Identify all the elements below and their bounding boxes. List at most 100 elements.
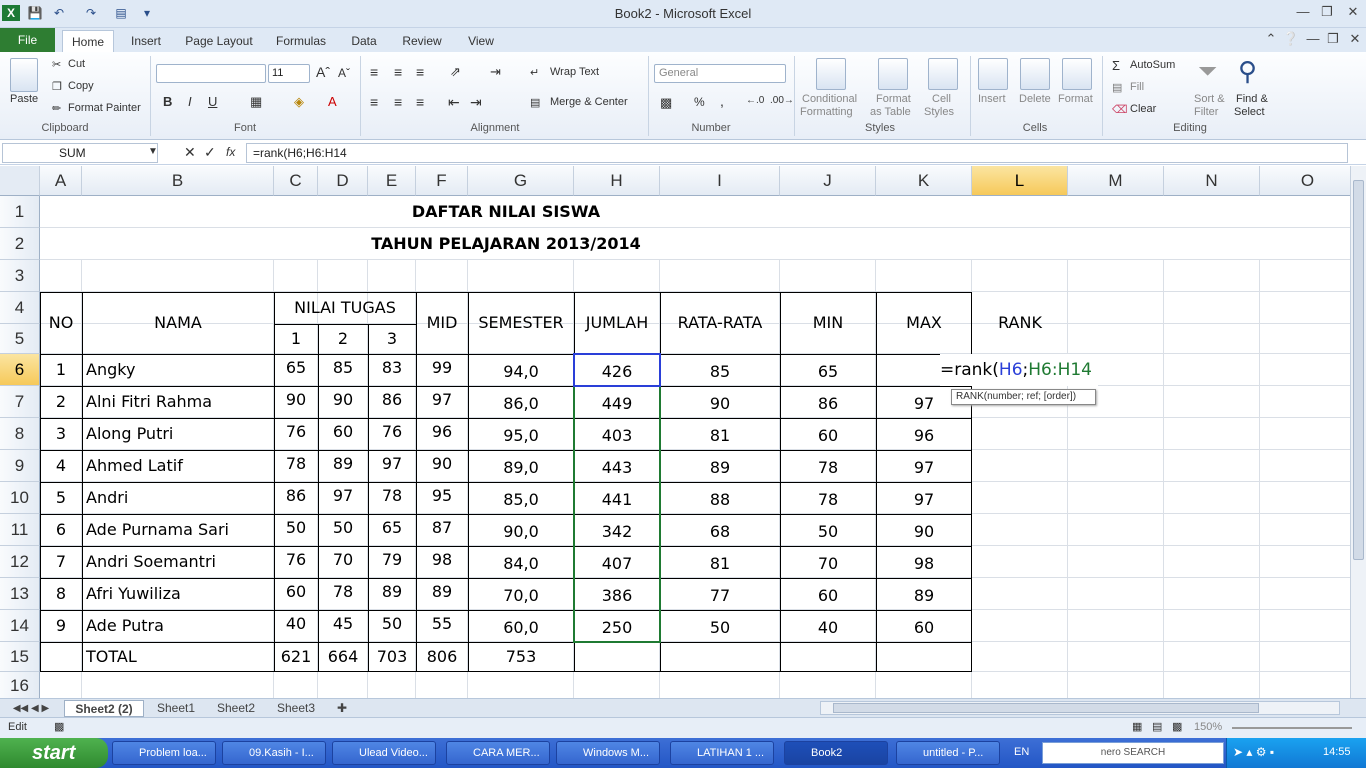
header-rank[interactable]: RANK [972,292,1068,354]
cell-t3[interactable]: 76 [368,418,416,450]
cell-t3[interactable]: 83 [368,354,416,386]
task-item[interactable]: LATIHAN 1 ... [670,741,774,765]
tab-formulas[interactable]: Formulas [270,30,332,52]
bold-button[interactable]: B [163,94,172,109]
cell-mid[interactable]: 98 [416,546,468,578]
cell-sem[interactable]: 86,0 [468,386,574,418]
row-header-5[interactable]: 5 [0,324,40,354]
total-t2[interactable]: 664 [318,642,368,672]
row-header-12[interactable]: 12 [0,546,40,578]
italic-button[interactable]: I [188,94,192,109]
fill-color-icon[interactable]: ◈ [294,94,304,110]
underline-button[interactable]: U [208,94,217,109]
clear-icon[interactable]: ⌫ [1112,103,1128,116]
merge-center-icon[interactable]: ▤ [530,96,540,109]
page-layout-view-icon[interactable]: ▤ [1152,720,1162,733]
sort-filter-button[interactable]: Sort & [1194,93,1225,105]
tab-insert[interactable]: Insert [124,30,168,52]
task-item[interactable]: Windows M... [556,741,660,765]
cell-no[interactable]: 8 [40,578,82,610]
increase-decimal-icon[interactable]: ←.0 [746,95,764,106]
format-painter-button[interactable]: Format Painter [68,102,141,114]
row-header-10[interactable]: 10 [0,482,40,514]
cell-t2[interactable]: 85 [318,354,368,386]
find-select-button[interactable]: Find & [1236,93,1268,105]
conditional-formatting-button[interactable]: Conditional [802,93,857,105]
fill-button[interactable]: Fill [1130,81,1144,93]
cell-t2[interactable]: 78 [318,578,368,610]
total-semester[interactable]: 753 [468,642,574,672]
row-header-3[interactable]: 3 [0,260,40,292]
cell-rata[interactable]: 50 [660,610,780,642]
cell-no[interactable]: 6 [40,514,82,546]
cell-nama[interactable]: Ade Putra [82,610,274,642]
cell-no[interactable]: 9 [40,610,82,642]
header-nama[interactable]: NAMA [82,292,274,354]
total-t3[interactable]: 703 [368,642,416,672]
number-format-dropdown[interactable]: General [654,64,786,83]
cell-mid[interactable]: 99 [416,354,468,386]
enter-formula-icon[interactable]: ✓ [204,144,216,161]
cell-no[interactable]: 1 [40,354,82,386]
paste-icon[interactable] [10,58,38,92]
cell-rata[interactable]: 89 [660,450,780,482]
comma-button[interactable]: , [720,93,724,109]
cell-t1[interactable]: 76 [274,418,318,450]
font-size-dropdown[interactable]: 11 [268,64,310,83]
cell-nama[interactable]: Ade Purnama Sari [82,514,274,546]
cut-icon[interactable]: ✂ [52,58,61,71]
column-header-i[interactable]: I [660,166,780,196]
delete-cells-icon[interactable] [1020,58,1050,90]
column-header-l[interactable]: L [972,166,1068,196]
cell-sem[interactable]: 70,0 [468,578,574,610]
row-header-9[interactable]: 9 [0,450,40,482]
horizontal-scroll-thumb[interactable] [833,703,1259,713]
sort-filter-icon[interactable]: ⏷ [1198,58,1217,86]
column-header-o[interactable]: O [1260,166,1350,196]
active-cell-edit-l6[interactable]: =rank(H6;H6:H14 [940,354,1098,386]
format-painter-icon[interactable]: ✏ [52,102,61,115]
sheet-tab-sheet2[interactable]: Sheet2 [208,700,264,717]
cell-t2[interactable]: 70 [318,546,368,578]
cell-nama[interactable]: Andri Soemantri [82,546,274,578]
formula-input[interactable]: =rank(H6;H6:H14 [246,143,1348,163]
cell-min[interactable]: 86 [780,386,876,418]
nero-search-box[interactable]: nero SEARCH [1042,742,1224,764]
tab-file[interactable]: File [0,28,55,52]
column-header-c[interactable]: C [274,166,318,196]
workbook-minimize-icon[interactable]: — [1302,31,1324,49]
cell-mid[interactable]: 89 [416,578,468,610]
increase-indent-icon[interactable]: ⇥ [470,94,482,111]
column-header-e[interactable]: E [368,166,416,196]
find-select-icon[interactable]: ⚲ [1238,56,1257,87]
header-max[interactable]: MAX [876,292,972,354]
wrap-text-icon[interactable]: ↵ [530,66,539,79]
cell-t1[interactable]: 50 [274,514,318,546]
minimize-icon[interactable]: — [1292,4,1314,22]
workbook-close-icon[interactable]: ✕ [1344,31,1366,49]
header-nilai-tugas[interactable]: NILAI TUGAS [274,292,416,324]
column-header-d[interactable]: D [318,166,368,196]
cell-min[interactable]: 78 [780,482,876,514]
cell-min[interactable]: 70 [780,546,876,578]
header-rata-rata[interactable]: RATA-RATA [660,292,780,354]
cell-t1[interactable]: 90 [274,386,318,418]
task-item-active[interactable]: Book2 [784,741,888,765]
autosum-icon[interactable]: Σ [1112,58,1120,73]
header-tugas-3[interactable]: 3 [368,324,416,354]
copy-icon[interactable]: ❐ [52,80,62,93]
row-header-8[interactable]: 8 [0,418,40,450]
cell-mid[interactable]: 87 [416,514,468,546]
task-item[interactable]: Ulead Video... [332,741,436,765]
language-indicator[interactable]: EN [1014,746,1029,758]
cell-rata[interactable]: 81 [660,418,780,450]
currency-icon[interactable]: ▩ [660,95,672,111]
row-header-15[interactable]: 15 [0,642,40,672]
column-header-b[interactable]: B [82,166,274,196]
align-left-icon[interactable]: ≡ [370,94,378,110]
row-header-11[interactable]: 11 [0,514,40,546]
percent-button[interactable]: % [694,95,705,109]
sheet-nav-icons[interactable]: ◀◀ ◀ ▶ ▶▶ [4,700,58,731]
cell-max[interactable]: 60 [876,610,972,642]
wrap-text-button[interactable]: Wrap Text [550,66,599,78]
